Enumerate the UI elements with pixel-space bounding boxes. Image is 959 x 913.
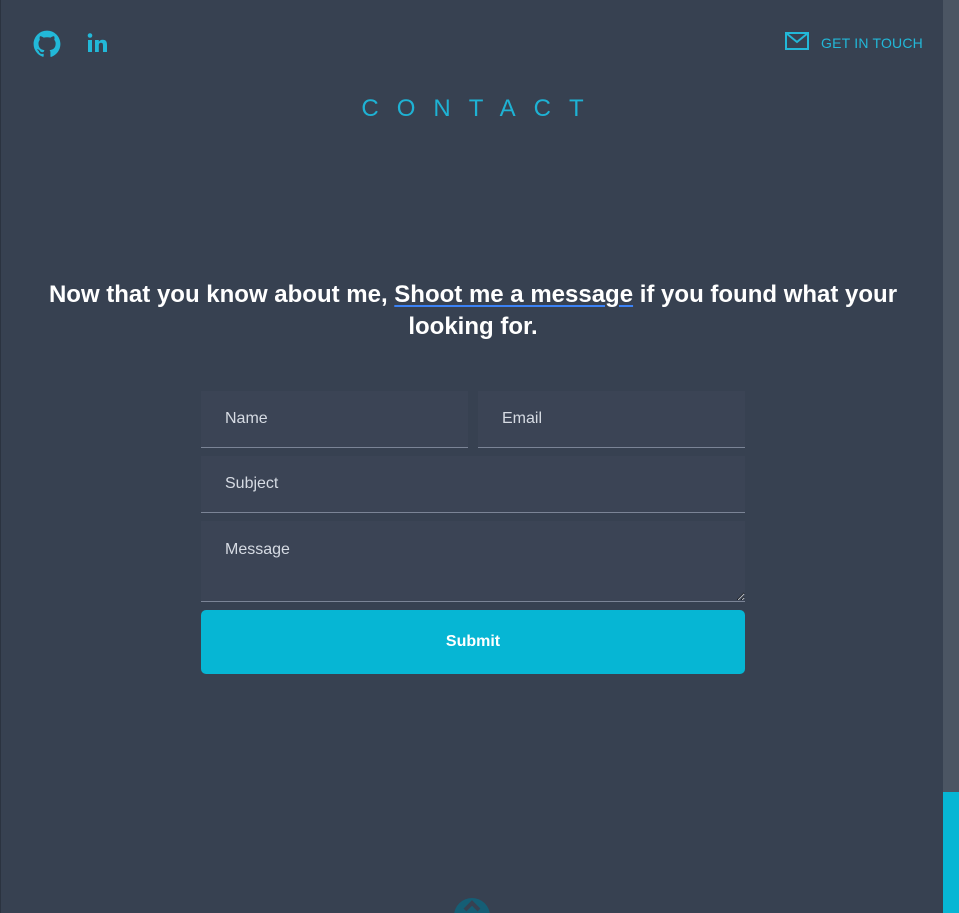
scrollbar-thumb[interactable] [943, 792, 959, 913]
subject-input[interactable] [201, 456, 745, 513]
scroll-to-top-button[interactable] [454, 898, 490, 913]
contact-page: GET IN TOUCH CONTACT Now that you know a… [0, 0, 959, 913]
submit-button[interactable]: Submit [201, 610, 745, 674]
message-input[interactable] [201, 521, 745, 602]
github-icon[interactable] [33, 30, 61, 58]
get-in-touch-link[interactable]: GET IN TOUCH [785, 32, 923, 53]
mail-icon [785, 32, 810, 53]
get-in-touch-label: GET IN TOUCH [821, 34, 923, 51]
contact-headline: Now that you know about me, Shoot me a m… [41, 279, 905, 343]
headline-text-before: Now that you know about me, [48, 281, 395, 308]
scrollbar[interactable] [943, 0, 959, 913]
linkedin-icon[interactable] [85, 30, 111, 56]
email-input[interactable] [478, 391, 745, 448]
section-title: CONTACT [361, 95, 602, 122]
name-input[interactable] [201, 391, 468, 448]
shoot-message-link[interactable]: Shoot me a message [394, 281, 633, 308]
chevron-up-icon [462, 898, 482, 913]
